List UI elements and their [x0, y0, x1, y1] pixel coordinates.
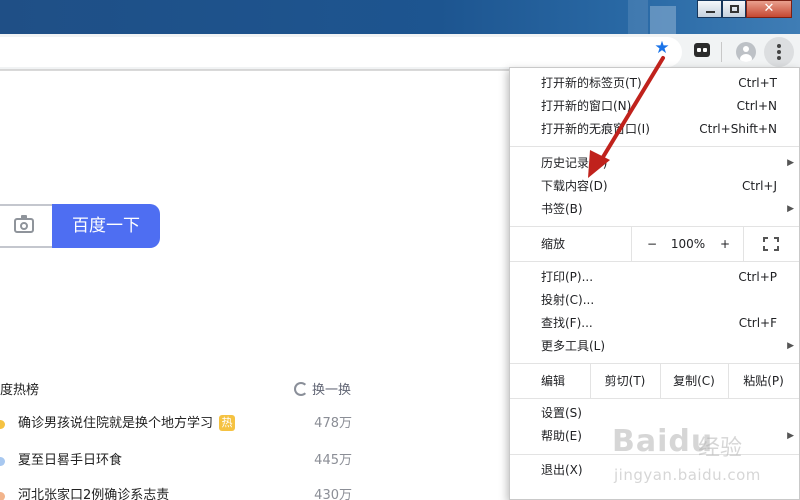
chrome-menu-button[interactable]: [764, 37, 794, 67]
hot-list-item[interactable]: 确诊男孩说住院就是换个地方学习热 478万: [0, 414, 360, 434]
rank-dot: [0, 492, 5, 500]
paste-button[interactable]: 粘贴(P): [728, 364, 799, 398]
dot-icon: [777, 50, 781, 54]
menu-item-label: 查找(F)...: [541, 316, 593, 330]
hot-list-title: 度热榜: [0, 383, 40, 398]
close-icon: ✕: [763, 1, 775, 16]
hot-item-count: 478万: [314, 416, 352, 431]
hot-item-count: 430万: [314, 488, 352, 500]
fullscreen-corner: [774, 237, 779, 242]
minimize-button[interactable]: [697, 0, 722, 18]
maximize-button[interactable]: [722, 0, 746, 18]
menu-item-shortcut: Ctrl+Shift+N: [699, 122, 777, 136]
submenu-arrow-icon: ▶: [787, 204, 794, 214]
hot-list-item[interactable]: 河北张家口2例确诊系志责 430万: [0, 486, 360, 500]
menu-item-settings[interactable]: 设置(S): [510, 402, 799, 425]
menu-divider: [743, 227, 744, 261]
menu-item-label: 书签(B): [541, 202, 583, 216]
hot-item-title[interactable]: 确诊男孩说住院就是换个地方学习热: [18, 414, 236, 434]
menu-item-label: 退出(X): [541, 463, 583, 477]
toolbar-divider: [721, 42, 722, 62]
menu-item-find[interactable]: 查找(F)... Ctrl+F: [510, 312, 799, 335]
menu-item-shortcut: Ctrl+P: [738, 270, 777, 284]
fullscreen-corner: [763, 237, 768, 242]
menu-divider: [510, 261, 799, 262]
desktop-background: [650, 6, 676, 34]
fullscreen-corner: [763, 246, 768, 251]
rank-dot: [0, 420, 5, 429]
menu-item-shortcut: Ctrl+T: [738, 76, 777, 90]
menu-item-label: 帮助(E): [541, 429, 582, 443]
desktop-background: [628, 0, 648, 34]
menu-item-print[interactable]: 打印(P)... Ctrl+P: [510, 266, 799, 289]
menu-item-cast[interactable]: 投射(C)...: [510, 289, 799, 312]
zoom-row: 缩放 − 100% +: [510, 227, 799, 261]
submenu-arrow-icon: ▶: [787, 431, 794, 441]
arrow-shaft: [598, 56, 665, 164]
menu-item-label: 打印(P)...: [541, 270, 594, 284]
hot-list-item[interactable]: 夏至日晷手日环食 445万: [0, 451, 360, 471]
menu-item-shortcut: Ctrl+N: [736, 99, 777, 113]
extension-icon[interactable]: [694, 43, 710, 57]
fullscreen-corner: [774, 246, 779, 251]
refresh-label: 换一换: [312, 383, 352, 398]
edit-label: 编辑: [541, 374, 566, 388]
divider: [0, 70, 510, 71]
hot-item-count: 445万: [314, 453, 352, 468]
submenu-arrow-icon: ▶: [787, 158, 794, 168]
fullscreen-icon[interactable]: [763, 237, 779, 251]
edit-row: 编辑 剪切(T) 复制(C) 粘贴(P): [510, 364, 799, 398]
watermark-url: jingyan.baidu.com: [614, 466, 761, 484]
hot-item-title[interactable]: 夏至日晷手日环食: [18, 451, 122, 471]
zoom-label: 缩放: [541, 237, 566, 251]
close-button[interactable]: ✕: [746, 0, 792, 18]
hot-item-text: 确诊男孩说住院就是换个地方学习: [18, 416, 214, 431]
camera-icon[interactable]: [14, 215, 34, 233]
menu-item-label: 更多工具(L): [541, 339, 606, 353]
zoom-level: 100%: [670, 237, 706, 251]
menu-divider: [510, 398, 799, 399]
annotation-arrow: [588, 56, 665, 178]
refresh-button[interactable]: 换一换: [294, 382, 351, 400]
menu-item-shortcut: Ctrl+J: [742, 179, 777, 193]
maximize-icon: [730, 5, 739, 13]
title-bar: ✕: [0, 0, 800, 34]
submenu-arrow-icon: ▶: [787, 341, 794, 351]
hot-badge: 热: [219, 415, 236, 431]
rank-dot: [0, 457, 5, 466]
menu-item-more-tools[interactable]: 更多工具(L) ▶: [510, 335, 799, 358]
menu-item-bookmarks[interactable]: 书签(B) ▶: [510, 198, 799, 221]
minimize-icon: [706, 11, 715, 13]
menu-item-shortcut: Ctrl+F: [738, 316, 777, 330]
menu-item-label: 投射(C)...: [541, 293, 595, 307]
dot-icon: [777, 44, 781, 48]
dot-icon: [777, 56, 781, 60]
watermark-text: 经验: [698, 436, 743, 461]
refresh-icon: [294, 382, 308, 396]
zoom-in-button[interactable]: +: [718, 227, 732, 261]
menu-divider: [631, 227, 632, 261]
watermark: Baidu 经验 jingyan.baidu.com: [612, 424, 782, 496]
zoom-out-button[interactable]: −: [645, 227, 659, 261]
browser-toolbar: ★: [0, 34, 800, 70]
menu-item-label: 设置(S): [541, 406, 582, 420]
cut-button[interactable]: 剪切(T): [590, 364, 660, 398]
hot-item-title[interactable]: 河北张家口2例确诊系志责: [18, 486, 169, 500]
search-button[interactable]: 百度一下: [52, 204, 160, 248]
copy-button[interactable]: 复制(C): [660, 364, 728, 398]
profile-avatar-icon[interactable]: [736, 42, 756, 62]
